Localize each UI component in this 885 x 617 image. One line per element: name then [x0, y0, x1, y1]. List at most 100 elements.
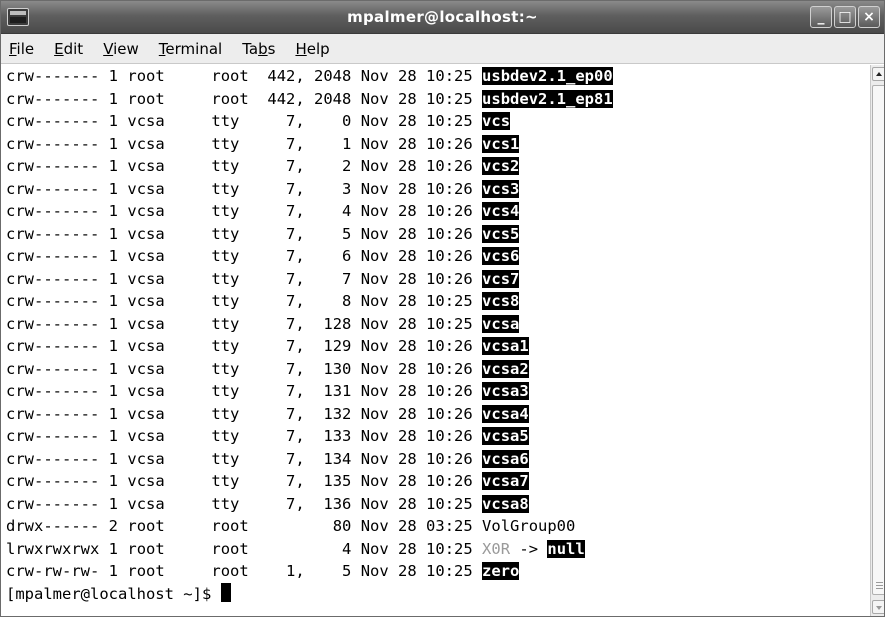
terminal-line: crw------- 1 vcsa tty 7, 2 Nov 28 10:26 … [6, 155, 868, 178]
file-owner: vcsa [127, 494, 165, 513]
file-date: Nov 28 10:26 [360, 134, 473, 153]
file-name[interactable]: usbdev2.1_ep00 [482, 67, 613, 85]
file-owner: vcsa [127, 472, 165, 490]
title-bar[interactable]: mpalmer@localhost:~ _ □ × [1, 1, 884, 34]
menu-item-view[interactable]: View [103, 40, 139, 58]
file-name[interactable]: vcsa2 [482, 359, 529, 378]
file-name[interactable]: vcs3 [482, 179, 520, 198]
file-owner: root [127, 539, 165, 558]
menu-label-suffix: erminal [165, 39, 223, 58]
file-owner: vcsa [127, 449, 165, 468]
file-group: tty [211, 179, 240, 198]
file-owner: root [127, 89, 165, 108]
file-name[interactable]: vcs7 [482, 269, 520, 288]
file-date: Nov 28 10:26 [360, 404, 473, 423]
file-name[interactable]: vcsa6 [482, 449, 529, 468]
file-permissions: crw------- [6, 67, 100, 85]
file-owner: root [127, 67, 165, 85]
file-owner: vcsa [127, 112, 165, 130]
close-icon[interactable]: × [858, 6, 880, 28]
file-name[interactable]: vcsa3 [482, 382, 529, 400]
file-group: tty [211, 494, 240, 513]
file-date: Nov 28 03:25 [360, 517, 473, 535]
file-size: 442, 2048 [267, 67, 352, 85]
scrollbar-thumb[interactable] [872, 85, 884, 595]
file-date: Nov 28 10:26 [360, 157, 473, 175]
file-name[interactable]: vcs8 [482, 292, 520, 310]
menu-label-suffix: dit [63, 39, 84, 58]
file-size: 7, 7 [286, 269, 352, 288]
symlink-target[interactable]: null [547, 539, 585, 558]
symlink-arrow: -> [519, 539, 539, 558]
scroll-down-icon[interactable] [872, 600, 884, 614]
file-name[interactable]: vcs [482, 112, 511, 130]
file-name[interactable]: vcs2 [482, 157, 520, 175]
file-name[interactable]: X0R [482, 540, 510, 558]
terminal-line: crw------- 1 vcsa tty 7, 6 Nov 28 10:26 … [6, 245, 868, 268]
file-owner: vcsa [127, 269, 165, 288]
prompt-text: [mpalmer@localhost ~]$ [6, 584, 221, 603]
file-name[interactable]: vcsa1 [482, 337, 529, 355]
file-name[interactable]: vcsa4 [482, 404, 529, 423]
file-permissions: lrwxrwxrwx [6, 539, 100, 558]
file-date: Nov 28 10:26 [360, 224, 473, 243]
file-size: 80 [332, 517, 352, 535]
file-name[interactable]: vcsa [482, 314, 520, 333]
file-date: Nov 28 10:26 [360, 359, 473, 378]
terminal-line: crw------- 1 vcsa tty 7, 132 Nov 28 10:2… [6, 403, 868, 426]
grip-line [876, 585, 883, 586]
maximize-icon[interactable]: □ [834, 6, 856, 28]
file-name[interactable]: vcsa8 [482, 494, 529, 513]
file-permissions: crw-rw-rw- [6, 562, 100, 580]
file-name[interactable]: vcs6 [482, 247, 520, 265]
menu-item-edit[interactable]: Edit [54, 40, 83, 58]
menu-mnemonic: V [103, 39, 114, 58]
file-name[interactable]: vcs5 [482, 224, 520, 243]
command-prompt[interactable]: [mpalmer@localhost ~]$ [6, 582, 868, 606]
file-name[interactable]: usbdev2.1_ep81 [482, 89, 613, 108]
file-permissions: crw------- [6, 404, 100, 423]
file-date: Nov 28 10:26 [360, 427, 473, 445]
file-owner: vcsa [127, 314, 165, 333]
file-size: 7, 136 [286, 494, 352, 513]
menu-label-prefix: Ta [242, 39, 259, 58]
text-cursor [220, 582, 231, 602]
file-date: Nov 28 10:25 [360, 539, 473, 558]
file-name[interactable]: vcsa7 [482, 472, 529, 490]
file-name[interactable]: vcs4 [482, 202, 520, 220]
link-count: 1 [108, 224, 119, 243]
file-size: 7, 128 [286, 314, 352, 333]
file-group: tty [211, 449, 240, 468]
file-size: 442, 2048 [267, 89, 352, 108]
link-count: 1 [108, 67, 119, 85]
file-group: tty [211, 292, 240, 310]
link-count: 1 [108, 337, 119, 355]
file-permissions: crw------- [6, 337, 100, 355]
terminal-line: crw------- 1 vcsa tty 7, 7 Nov 28 10:26 … [6, 268, 868, 291]
file-name[interactable]: vcsa5 [482, 427, 529, 445]
file-date: Nov 28 10:26 [360, 449, 473, 468]
file-permissions: crw------- [6, 472, 100, 490]
scroll-up-icon[interactable] [872, 67, 884, 81]
file-date: Nov 28 10:26 [360, 202, 473, 220]
file-permissions: crw------- [6, 314, 100, 333]
menu-item-tabs[interactable]: Tabs [242, 40, 275, 58]
file-name[interactable]: zero [482, 562, 520, 580]
file-owner: vcsa [127, 202, 165, 220]
terminal-line: crw------- 1 vcsa tty 7, 8 Nov 28 10:25 … [6, 290, 868, 313]
menu-item-file[interactable]: File [9, 40, 34, 58]
file-name[interactable]: vcs1 [482, 134, 520, 153]
file-name[interactable]: VolGroup00 [482, 517, 575, 535]
menu-item-help[interactable]: Help [295, 40, 329, 58]
file-permissions: crw------- [6, 202, 100, 220]
file-size: 7, 129 [286, 337, 352, 355]
terminal-output[interactable]: crw------- 1 root root 442, 2048 Nov 28 … [6, 65, 868, 616]
link-count: 1 [108, 449, 119, 468]
menu-item-terminal[interactable]: Terminal [159, 40, 222, 58]
minimize-icon[interactable]: _ [810, 6, 832, 28]
link-count: 1 [108, 404, 119, 423]
file-permissions: crw------- [6, 359, 100, 378]
terminal-line: crw------- 1 vcsa tty 7, 131 Nov 28 10:2… [6, 380, 868, 403]
vertical-scrollbar[interactable] [870, 65, 884, 616]
file-owner: vcsa [127, 404, 165, 423]
